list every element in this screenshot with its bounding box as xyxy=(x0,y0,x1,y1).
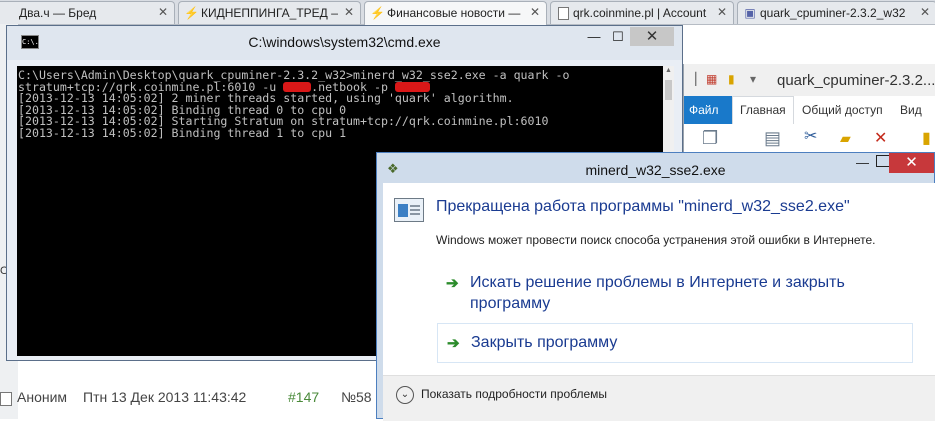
green-arrow-icon: ➔ xyxy=(447,335,460,352)
close-icon[interactable]: ✕ xyxy=(717,5,727,19)
dialog-titlebar[interactable]: ❖ minerd_w32_sse2.exe — ✕ xyxy=(377,153,934,183)
new-folder-icon[interactable]: ▮ xyxy=(728,72,735,86)
tab-quark-cpuminer[interactable]: ▣ quark_cpuminer-2.3.2_w32 ✕ xyxy=(737,1,935,24)
close-button[interactable]: ✕ xyxy=(889,153,934,173)
maximize-button[interactable] xyxy=(876,155,890,167)
green-arrow-icon: ➔ xyxy=(446,275,459,292)
option-label: Закрыть программу xyxy=(471,334,618,351)
maximize-button[interactable]: ☐ xyxy=(605,28,631,46)
scroll-thumb[interactable] xyxy=(665,80,672,100)
tab-kidnapping-thread[interactable]: ⚡ КИДНЕППИНГА_ТРЕД — Бред ✕ xyxy=(178,1,361,24)
post-author: Аноним xyxy=(17,389,68,405)
tab-label: quark_cpuminer-2.3.2_w32 xyxy=(760,6,906,20)
minimize-button[interactable]: — xyxy=(856,155,869,170)
dialog-body: Прекращена работа программы "minerd_w32_… xyxy=(383,183,935,421)
tab-view[interactable]: Вид xyxy=(900,103,922,117)
explorer-title: quark_cpuminer-2.3.2... xyxy=(777,72,935,89)
option-label: Искать решение проблемы в Интернете и за… xyxy=(470,274,845,312)
paste-icon[interactable]: ▤ xyxy=(764,128,781,149)
lightning-icon: ⚡ xyxy=(184,6,199,20)
console-line: [2013-12-13 14:05:02] Binding thread 1 t… xyxy=(18,125,347,140)
error-dialog: ❖ minerd_w32_sse2.exe — ✕ Прекращена раб… xyxy=(376,152,935,421)
search-solution-option[interactable]: ➔ Искать решение проблемы в Интернете и … xyxy=(437,271,913,317)
archive-icon: ▣ xyxy=(744,6,756,20)
chevron-down-icon[interactable]: ⌄ xyxy=(396,386,414,404)
close-icon[interactable]: ✕ xyxy=(344,5,354,19)
folder-icon[interactable]: ▮ xyxy=(922,128,931,148)
tab-dvach-bred[interactable]: Два.ч — Бред ✕ xyxy=(0,1,175,24)
dialog-title: minerd_w32_sse2.exe xyxy=(585,162,726,178)
tab-share[interactable]: Общий доступ xyxy=(802,103,883,117)
properties-icon[interactable]: ▦ xyxy=(706,72,717,86)
close-icon[interactable]: ✕ xyxy=(158,5,168,19)
close-program-option[interactable]: ➔ Закрыть программу xyxy=(437,323,913,363)
post-id[interactable]: №58 xyxy=(341,389,372,405)
move-to-icon[interactable]: ▰ xyxy=(840,130,851,147)
show-details-link[interactable]: Показать подробности проблемы xyxy=(421,387,607,401)
lightning-icon: ⚡ xyxy=(370,6,385,20)
post-date: Птн 13 Дек 2013 11:43:42 xyxy=(83,389,247,405)
page-icon xyxy=(556,6,570,20)
quick-access-icon[interactable]: ▕ xyxy=(687,72,696,86)
tab-financial-news[interactable]: ⚡ Финансовые новости — Бред ✕ xyxy=(364,1,547,25)
dialog-description: Windows может провести поиск способа уст… xyxy=(436,233,876,247)
explorer-titlebar: ▕ ▦ ▮ ▾ quark_cpuminer-2.3.2... xyxy=(684,64,935,96)
explorer-window: ▕ ▦ ▮ ▾ quark_cpuminer-2.3.2... Файл Гла… xyxy=(683,64,935,164)
problem-report-icon xyxy=(394,198,424,222)
copy-icon[interactable]: ❐ xyxy=(702,128,718,149)
tab-favicon xyxy=(2,6,16,20)
close-icon[interactable]: ✕ xyxy=(530,5,540,19)
dialog-footer: ⌄ Показать подробности проблемы xyxy=(383,375,935,421)
tab-label: Финансовые новости — Бред xyxy=(387,6,524,20)
cmd-titlebar[interactable]: C:\. C:\windows\system32\cmd.exe — ☐ ✕ xyxy=(7,26,682,60)
close-button[interactable]: ✕ xyxy=(630,27,674,46)
tab-label: КИДНЕППИНГА_ТРЕД — Бред xyxy=(201,6,338,20)
scroll-up-icon[interactable]: ▲ xyxy=(664,67,673,74)
close-icon[interactable]: ✕ xyxy=(920,5,930,19)
cut-icon[interactable]: ✂ xyxy=(804,126,817,146)
dialog-headline: Прекращена работа программы "minerd_w32_… xyxy=(436,198,850,215)
console-text: C:\Users\Admin\Desktop\quark_cpuminer-2.… xyxy=(17,66,663,140)
tab-label: Два.ч — Бред xyxy=(19,6,97,20)
tab-file[interactable]: Файл xyxy=(684,96,732,124)
delete-icon[interactable]: ✕ xyxy=(874,128,887,148)
explorer-ribbon-tabs: Файл Главная Общий доступ Вид xyxy=(684,96,935,125)
minimize-button[interactable]: — xyxy=(581,28,607,46)
post-checkbox[interactable] xyxy=(0,392,12,406)
tab-coinmine-account[interactable]: qrk.coinmine.pl | Account ✕ xyxy=(550,1,734,24)
post-number-link[interactable]: #147 xyxy=(288,389,319,405)
chevron-down-icon[interactable]: ▾ xyxy=(750,72,756,86)
tab-label: qrk.coinmine.pl | Account xyxy=(573,6,707,20)
browser-tab-strip: Два.ч — Бред ✕ ⚡ КИДНЕППИНГА_ТРЕД — Бред… xyxy=(0,0,935,25)
tab-home[interactable]: Главная xyxy=(732,96,794,125)
